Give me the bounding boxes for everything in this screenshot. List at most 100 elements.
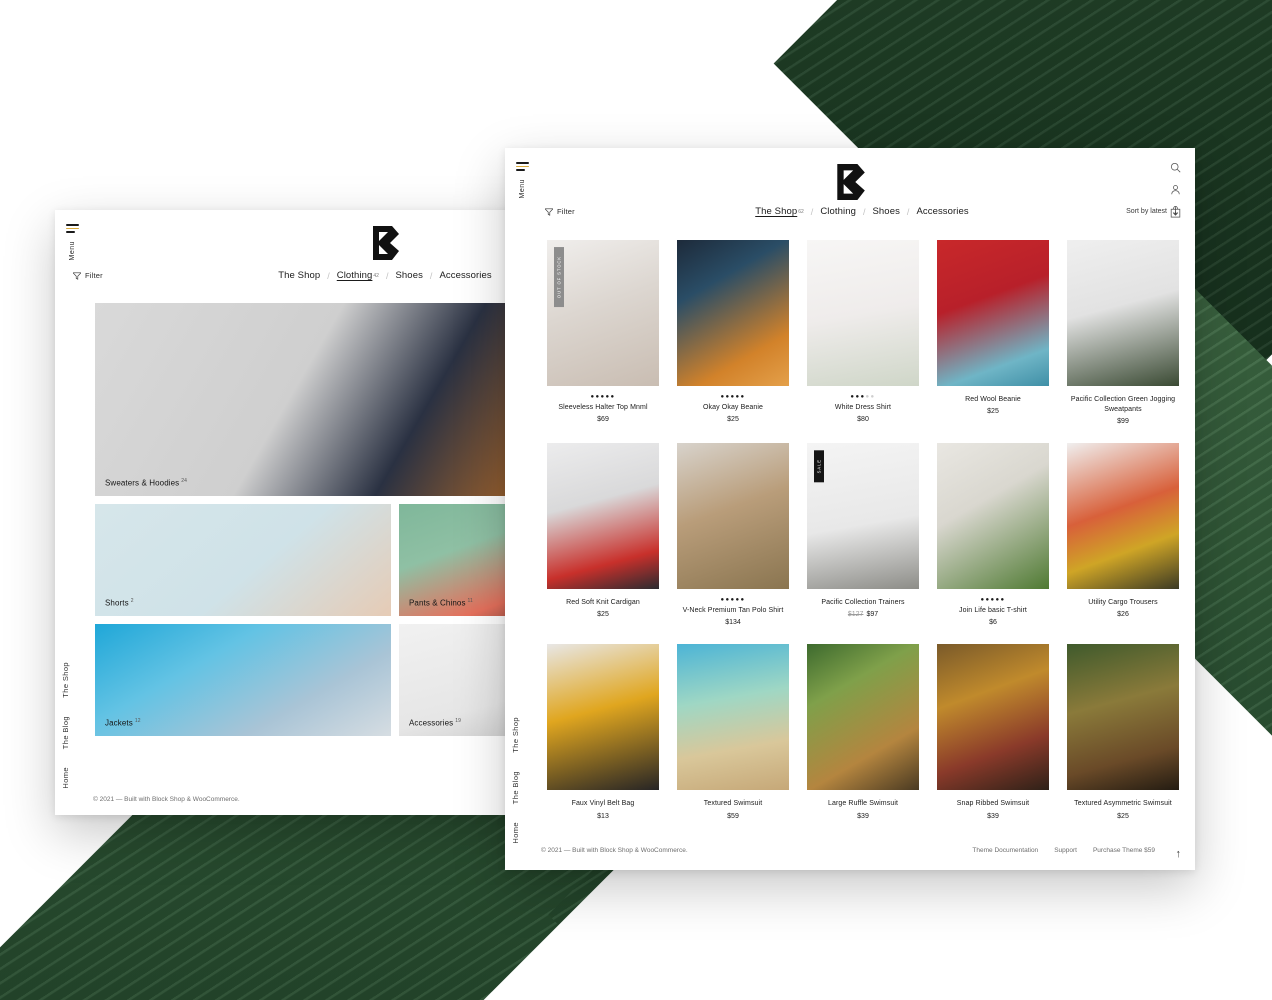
product-image[interactable] xyxy=(937,240,1049,386)
product-price: $69 xyxy=(597,416,609,424)
block-shop-logo[interactable] xyxy=(834,164,866,200)
product-rating: ●●●●● xyxy=(590,394,616,400)
category-label: Accessories 19 xyxy=(409,718,461,728)
product-photo xyxy=(1067,644,1179,791)
product-price: $25 xyxy=(987,408,999,416)
product-photo xyxy=(547,644,659,791)
product-image[interactable] xyxy=(807,644,919,791)
nav-separator: / xyxy=(429,270,433,281)
product-image[interactable] xyxy=(677,240,789,386)
back-nav-clothing[interactable]: Clothing xyxy=(337,270,373,281)
product-name[interactable]: Large Ruffle Swimsuit xyxy=(828,799,898,809)
product-card[interactable]: ●●●●● Join Life basic T-shirt $6 xyxy=(937,443,1049,626)
back-to-top-button[interactable]: ↑ xyxy=(1176,848,1182,860)
product-image[interactable] xyxy=(547,644,659,791)
product-photo xyxy=(677,443,789,590)
category-label: Shorts 2 xyxy=(105,598,134,608)
product-card[interactable]: ●●●●● Okay Okay Beanie $25 xyxy=(677,240,789,425)
back-nav-accessories[interactable]: Accessories xyxy=(439,270,491,281)
product-name[interactable]: Join Life basic T-shirt xyxy=(959,606,1027,616)
product-card[interactable]: Textured Asymmetric Swimsuit $25 xyxy=(1067,644,1179,820)
product-photo xyxy=(1067,443,1179,590)
front-nav-accessories[interactable]: Accessories xyxy=(916,206,968,217)
product-photo xyxy=(1067,240,1179,386)
product-card[interactable]: Large Ruffle Swimsuit $39 xyxy=(807,644,919,820)
product-name[interactable]: Textured Swimsuit xyxy=(704,799,763,809)
product-image[interactable] xyxy=(547,443,659,590)
product-image[interactable] xyxy=(937,443,1049,590)
product-card[interactable]: ●●●●● V-Neck Premium Tan Polo Shirt $134 xyxy=(677,443,789,626)
product-image[interactable]: OUT OF STOCK xyxy=(547,240,659,386)
product-name[interactable]: Utility Cargo Trousers xyxy=(1088,598,1158,608)
product-card[interactable]: Faux Vinyl Belt Bag $13 xyxy=(547,644,659,820)
front-link-the-shop[interactable]: The Shop xyxy=(511,717,520,753)
product-price: $99 xyxy=(1117,418,1129,426)
front-vertical-links[interactable]: Home The Blog The Shop xyxy=(511,717,520,844)
product-image[interactable] xyxy=(1067,644,1179,791)
front-filter-button[interactable]: Filter xyxy=(545,207,685,216)
product-rating: ●●●●● xyxy=(980,597,1006,604)
front-category-nav[interactable]: The Shop 62 / Clothing / Shoes / Accessor… xyxy=(685,206,1039,217)
product-image[interactable] xyxy=(807,240,919,386)
product-name[interactable]: Sleeveless Halter Top Mnml xyxy=(558,403,647,413)
product-image[interactable] xyxy=(937,644,1049,791)
product-card[interactable]: Snap Ribbed Swimsuit $39 xyxy=(937,644,1049,820)
product-card[interactable]: SALE Pacific Collection Trainers $127 $97 xyxy=(807,443,919,626)
footer-link-purchase-theme[interactable]: Purchase Theme $59 xyxy=(1093,847,1155,854)
product-photo xyxy=(937,644,1049,791)
back-nav-the-shop[interactable]: The Shop xyxy=(278,270,320,281)
footer-link-support[interactable]: Support xyxy=(1054,847,1077,854)
product-grid: OUT OF STOCK ●●●●● Sleeveless Halter Top M… xyxy=(547,240,1179,820)
front-footer-links[interactable]: Theme Documentation Support Purchase The… xyxy=(972,847,1155,854)
back-category-nav[interactable]: The Shop / Clothing 42 / Shoes / Accessor… xyxy=(223,270,547,281)
product-price: $25 xyxy=(597,611,609,619)
back-link-the-shop[interactable]: The Shop xyxy=(61,662,70,698)
sort-by-dropdown[interactable]: Sort by latest xyxy=(1039,207,1179,216)
product-image[interactable] xyxy=(677,443,789,590)
front-nav-clothing[interactable]: Clothing xyxy=(820,206,856,217)
product-name[interactable]: Snap Ribbed Swimsuit xyxy=(957,799,1029,809)
product-card[interactable]: ●●●●● White Dress Shirt $80 xyxy=(807,240,919,425)
product-name[interactable]: Red Wool Beanie xyxy=(965,395,1021,405)
product-price: $25 xyxy=(1117,812,1129,820)
category-tile-shorts[interactable]: Shorts 2 xyxy=(95,504,391,616)
product-price: $59 xyxy=(727,812,739,820)
category-tile-jackets[interactable]: Jackets 12 xyxy=(95,624,391,736)
product-name[interactable]: Textured Asymmetric Swimsuit xyxy=(1074,799,1172,809)
product-card[interactable]: Textured Swimsuit $59 xyxy=(677,644,789,820)
front-browser-window[interactable]: Menu Home The Blog The Shop Filter The S… xyxy=(505,148,1195,870)
product-card[interactable]: Pacific Collection Green Jogging Sweatpa… xyxy=(1067,240,1179,425)
back-filter-button[interactable]: Filter xyxy=(73,271,223,280)
block-shop-logo[interactable] xyxy=(370,226,400,260)
product-image[interactable]: SALE xyxy=(807,443,919,590)
back-nav-shoes[interactable]: Shoes xyxy=(395,270,422,281)
nav-separator: / xyxy=(385,270,389,281)
product-card[interactable]: Red Soft Knit Cardigan $25 xyxy=(547,443,659,626)
product-card[interactable]: OUT OF STOCK ●●●●● Sleeveless Halter Top M… xyxy=(547,240,659,425)
product-image[interactable] xyxy=(1067,240,1179,386)
back-link-the-blog[interactable]: The Blog xyxy=(61,716,70,749)
back-link-home[interactable]: Home xyxy=(61,767,70,789)
product-name[interactable]: White Dress Shirt xyxy=(835,403,891,413)
product-name[interactable]: Red Soft Knit Cardigan xyxy=(566,598,640,608)
product-rating: ●●●●● xyxy=(720,394,746,400)
back-filter-label: Filter xyxy=(85,271,103,280)
footer-link-theme-documentation[interactable]: Theme Documentation xyxy=(972,847,1038,854)
product-name[interactable]: Faux Vinyl Belt Bag xyxy=(572,799,635,809)
back-vertical-links[interactable]: Home The Blog The Shop xyxy=(61,662,70,789)
product-image[interactable] xyxy=(1067,443,1179,590)
product-card[interactable]: Utility Cargo Trousers $26 xyxy=(1067,443,1179,626)
product-price: $13 xyxy=(597,812,609,820)
product-photo xyxy=(677,240,789,386)
front-link-home[interactable]: Home xyxy=(511,822,520,844)
front-nav-shoes[interactable]: Shoes xyxy=(872,206,899,217)
product-name[interactable]: Okay Okay Beanie xyxy=(703,403,763,413)
category-label: Pants & Chinos 11 xyxy=(409,598,473,608)
product-image[interactable] xyxy=(677,644,789,791)
product-card[interactable]: Red Wool Beanie $25 xyxy=(937,240,1049,425)
product-name[interactable]: Pacific Collection Trainers xyxy=(821,598,904,608)
front-nav-the-shop[interactable]: The Shop xyxy=(755,206,797,217)
product-name[interactable]: Pacific Collection Green Jogging Sweatpa… xyxy=(1067,395,1179,415)
product-name[interactable]: V-Neck Premium Tan Polo Shirt xyxy=(683,606,784,616)
front-link-the-blog[interactable]: The Blog xyxy=(511,771,520,804)
